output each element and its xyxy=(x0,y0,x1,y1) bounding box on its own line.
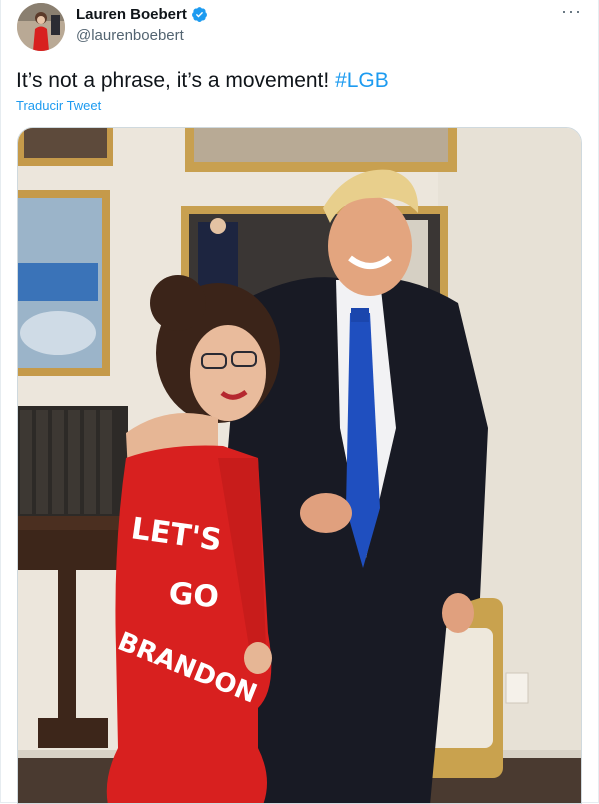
tweet-body: It’s not a phrase, it’s a movement! xyxy=(16,69,336,92)
verified-badge-icon xyxy=(191,7,207,22)
avatar-image xyxy=(17,3,65,51)
translate-tweet-link[interactable]: Traducir Tweet xyxy=(16,98,101,113)
tweet-text: It’s not a phrase, it’s a movement! #LGB xyxy=(16,67,389,95)
tweet-photo[interactable]: LET'S GO BRANDON xyxy=(17,127,582,804)
author-handle[interactable]: @laurenboebert xyxy=(76,27,184,44)
hashtag-link[interactable]: #LGB xyxy=(335,69,389,92)
author-avatar[interactable] xyxy=(17,3,65,51)
photo-illustration: LET'S GO BRANDON xyxy=(18,128,581,803)
dress-text-go: GO xyxy=(167,576,220,615)
more-options-icon[interactable]: ··· xyxy=(561,2,582,20)
author-name[interactable]: Lauren Boebert xyxy=(76,6,208,23)
author-name-text[interactable]: Lauren Boebert xyxy=(76,6,187,23)
